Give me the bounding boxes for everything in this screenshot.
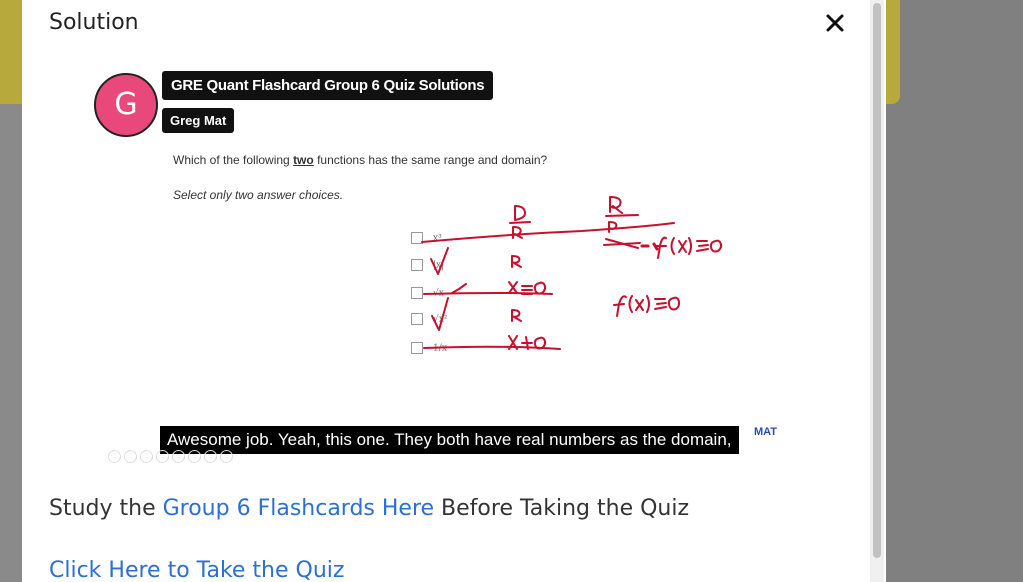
flashcards-link[interactable]: Group 6 Flashcards Here (163, 496, 434, 521)
close-button[interactable] (820, 8, 850, 38)
control-icon[interactable] (140, 450, 153, 463)
modal-title: Solution (49, 10, 139, 35)
video-player[interactable]: G GRE Quant Flashcard Group 6 Quiz Solut… (82, 60, 832, 480)
playback-controls[interactable] (108, 450, 236, 468)
channel-watermark: MAT (754, 426, 778, 438)
scrollbar-thumb[interactable] (873, 3, 881, 558)
handwritten-annotations (421, 196, 723, 350)
control-icon[interactable] (220, 450, 233, 463)
study-text: Study the Group 6 Flashcards Here Before… (49, 496, 690, 521)
control-icon[interactable] (188, 450, 201, 463)
take-quiz-link[interactable]: Click Here to Take the Quiz (49, 558, 344, 582)
control-icon[interactable] (172, 450, 185, 463)
control-icon[interactable] (108, 450, 121, 463)
video-subtitle: Awesome job. Yeah, this one. They both h… (160, 426, 739, 454)
control-icon[interactable] (204, 450, 217, 463)
close-icon (826, 14, 844, 32)
solution-modal: Solution G GRE Quant Flashcard Group 6 Q… (22, 0, 886, 582)
control-icon[interactable] (124, 450, 137, 463)
control-icon[interactable] (156, 450, 169, 463)
